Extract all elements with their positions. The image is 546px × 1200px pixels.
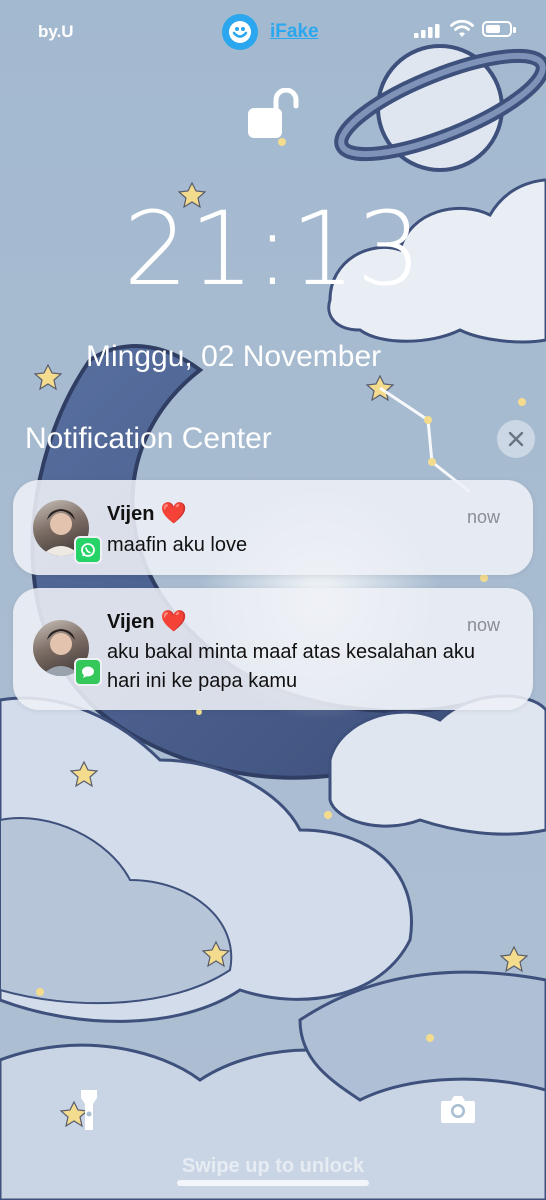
notification-card[interactable]: Vijen ❤️ now maafin aku love: [13, 480, 533, 575]
notification-time: now: [466, 507, 500, 527]
ifake-logo-icon: [222, 14, 258, 50]
unlocked-padlock-icon: [248, 88, 299, 138]
whatsapp-icon: [74, 536, 102, 564]
messages-icon: [74, 658, 102, 686]
lockscreen-date: Minggu, 02 November: [86, 340, 382, 373]
close-icon: [508, 431, 524, 447]
ifake-label[interactable]: iFake: [270, 21, 319, 43]
camera-icon[interactable]: [440, 1094, 476, 1124]
home-indicator[interactable]: [177, 1180, 369, 1186]
flashlight-icon[interactable]: [77, 1088, 101, 1132]
notification-message: aku bakal minta maaf atas kesalahan aku …: [107, 641, 475, 692]
notification-center-title: Notification Center: [25, 422, 272, 455]
battery-icon: [482, 21, 516, 37]
clear-notifications-button[interactable]: [497, 420, 535, 458]
heart-emoji: ❤️: [160, 502, 187, 525]
carrier-label: by.U: [38, 22, 74, 41]
notification-sender: Vijen ❤️: [107, 502, 187, 525]
notification-message: maafin aku love: [107, 534, 248, 556]
notification-sender: Vijen ❤️: [107, 610, 187, 633]
heart-emoji: ❤️: [160, 610, 187, 633]
cellular-signal-icon: [414, 24, 440, 38]
notification-time: now: [466, 615, 500, 635]
status-bar: by.U iFake: [0, 0, 546, 64]
swipe-to-unlock-hint: Swipe up to unlock: [181, 1155, 365, 1177]
ifake-badge[interactable]: iFake: [222, 14, 319, 50]
wifi-icon: [450, 20, 474, 37]
lockscreen-time: 21:13: [123, 190, 423, 309]
notification-card[interactable]: Vijen ❤️ now aku bakal minta maaf atas ke…: [13, 588, 533, 710]
